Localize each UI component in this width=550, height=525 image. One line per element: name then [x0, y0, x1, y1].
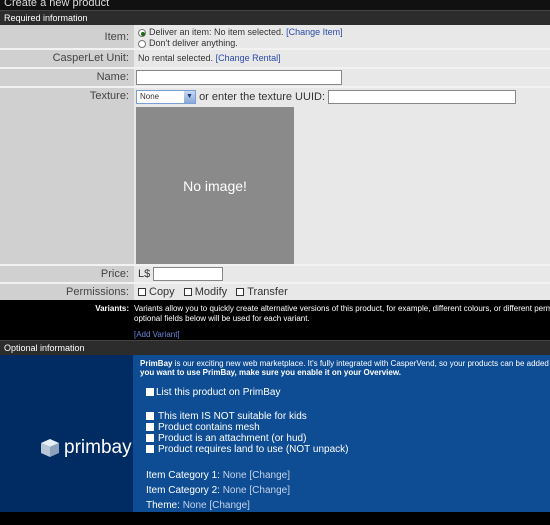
change-item-link[interactable]: [Change Item]	[286, 27, 343, 37]
texture-uuid-input[interactable]	[328, 90, 517, 104]
name-row: Name:	[0, 69, 550, 88]
deliver-item-text: Deliver an item: No item selected.	[149, 27, 284, 37]
attachment-checkbox[interactable]	[146, 434, 154, 443]
variants-line-1: Variants allow you to quickly create alt…	[134, 304, 550, 313]
casperlet-value: No rental selected. [Change Rental]	[134, 50, 550, 67]
permissions-value: Copy Modify Transfer	[134, 284, 550, 300]
copy-label: Copy	[149, 286, 175, 298]
category-2-change-link[interactable]: [Change]	[247, 485, 290, 496]
mesh-label: Product contains mesh	[158, 422, 260, 433]
page-title: Create a new product	[0, 0, 550, 10]
item-row: Item: Deliver an item: No item selected.…	[0, 25, 550, 50]
primbay-intro: PrimBay is our exciting new web marketpl…	[140, 359, 550, 377]
no-image-text: No image!	[183, 178, 247, 194]
kids-label: This item IS NOT suitable for kids	[158, 411, 307, 422]
currency-label: L$	[138, 268, 151, 280]
copy-checkbox[interactable]	[138, 288, 146, 297]
list-on-primbay-row: List this product on PrimBay	[140, 387, 550, 398]
deliver-item-radio[interactable]	[138, 28, 146, 37]
transfer-checkbox[interactable]	[236, 288, 245, 297]
texture-label: Texture:	[0, 88, 134, 264]
primbay-logo: primbay	[40, 437, 132, 459]
price-label: Price:	[0, 266, 134, 282]
modify-checkbox[interactable]	[183, 288, 192, 297]
primbay-intro-bold: PrimBay	[140, 359, 173, 368]
category-2-label: Item Category 2:	[146, 485, 223, 496]
category-1-change-link[interactable]: [Change]	[247, 470, 290, 481]
primbay-logo-text: primbay	[64, 437, 132, 458]
category-1-label: Item Category 1:	[146, 470, 223, 481]
texture-preview: No image!	[136, 107, 294, 264]
casperlet-label: CasperLet Unit:	[0, 50, 134, 67]
item-label: Item:	[0, 25, 134, 48]
category-1-value: None	[222, 470, 247, 481]
land-option: Product requires land to use (NOT unpack…	[146, 444, 550, 455]
primbay-categories: Item Category 1: None [Change] Item Cate…	[140, 468, 550, 512]
primbay-logo-panel: primbay	[0, 355, 133, 512]
variants-description: Variants allow you to quickly create alt…	[134, 300, 550, 340]
category-2-value: None	[222, 485, 247, 496]
chevron-down-icon[interactable]: ▼	[184, 91, 195, 103]
category-2-row: Item Category 2: None [Change]	[146, 483, 550, 498]
dont-deliver-radio[interactable]	[138, 39, 146, 48]
texture-select[interactable]: None ▼	[136, 90, 196, 104]
theme-label: Theme:	[146, 500, 183, 511]
price-row: Price: L$	[0, 266, 550, 284]
optional-section-header: Optional information	[0, 340, 550, 355]
permissions-label: Permissions:	[0, 284, 134, 300]
price-input[interactable]	[153, 267, 224, 281]
texture-value: None ▼ or enter the texture UUID: No imag…	[134, 88, 550, 264]
transfer-label: Transfer	[247, 286, 288, 298]
land-checkbox[interactable]	[146, 445, 154, 454]
primbay-intro-text: is our exciting new web marketplace. It'…	[172, 359, 550, 368]
modify-label: Modify	[194, 286, 228, 298]
attachment-option: Product is an attachment (or hud)	[146, 433, 550, 444]
change-rental-link[interactable]: [Change Rental]	[216, 53, 281, 63]
dont-deliver-text: Don't deliver anything.	[149, 38, 238, 48]
primbay-section: primbay PrimBay is our exciting new web …	[0, 355, 550, 512]
primbay-options-panel: PrimBay is our exciting new web marketpl…	[133, 355, 550, 512]
kids-option: This item IS NOT suitable for kids	[146, 411, 550, 422]
theme-value: None	[182, 500, 207, 511]
add-variant-link[interactable]: [Add Variant]	[134, 330, 180, 339]
permissions-row: Permissions: Copy Modify Transfer	[0, 284, 550, 300]
list-on-primbay-label: List this product on PrimBay	[156, 387, 281, 398]
theme-row: Theme: None [Change]	[146, 498, 550, 512]
name-value	[134, 69, 550, 86]
item-value: Deliver an item: No item selected. [Chan…	[134, 25, 550, 48]
attachment-label: Product is an attachment (or hud)	[158, 433, 307, 444]
kids-checkbox[interactable]	[146, 412, 154, 421]
price-value: L$	[134, 266, 550, 282]
rental-status: No rental selected.	[138, 53, 214, 63]
texture-or-text: or enter the texture UUID:	[199, 91, 326, 103]
primbay-flags: This item IS NOT suitable for kids Produ…	[140, 411, 550, 455]
variants-row: Variants: Variants allow you to quickly …	[0, 300, 550, 340]
cube-icon	[41, 439, 59, 457]
variants-label: Variants:	[95, 304, 129, 313]
mesh-option: Product contains mesh	[146, 422, 550, 433]
primbay-intro-line-2: you want to use PrimBay, make sure you e…	[140, 368, 401, 377]
land-label: Product requires land to use (NOT unpack…	[158, 444, 349, 455]
texture-row: Texture: None ▼ or enter the texture UUID…	[0, 88, 550, 266]
mesh-checkbox[interactable]	[146, 423, 154, 432]
name-input[interactable]	[136, 70, 342, 85]
casperlet-row: CasperLet Unit: No rental selected. [Cha…	[0, 50, 550, 69]
texture-select-value: None	[140, 92, 160, 101]
category-1-row: Item Category 1: None [Change]	[146, 468, 550, 483]
theme-change-link[interactable]: [Change]	[207, 500, 250, 511]
list-on-primbay-checkbox[interactable]	[146, 388, 154, 397]
required-section-header: Required information	[0, 10, 550, 25]
variants-line-2: optional fields below will be used for e…	[134, 314, 310, 323]
name-label: Name:	[0, 69, 134, 86]
